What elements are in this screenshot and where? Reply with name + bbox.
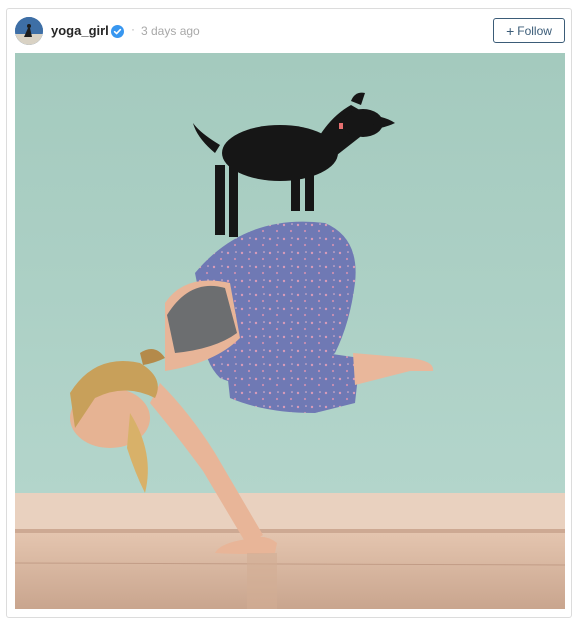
photo-image [15,53,565,609]
verified-badge-icon [111,25,124,38]
post-header: yoga_girl · 3 days ago + Follow [7,9,571,53]
follow-label: Follow [517,23,552,38]
username-link[interactable]: yoga_girl [51,23,109,38]
post-timestamp[interactable]: 3 days ago [141,24,200,38]
post-photo[interactable] [15,53,565,609]
separator-dot: · [131,22,135,36]
avatar-image [15,17,43,45]
follow-button[interactable]: + Follow [493,18,565,43]
instagram-embed-card: yoga_girl · 3 days ago + Follow [6,8,572,618]
user-avatar[interactable] [15,17,43,45]
plus-icon: + [506,22,515,39]
